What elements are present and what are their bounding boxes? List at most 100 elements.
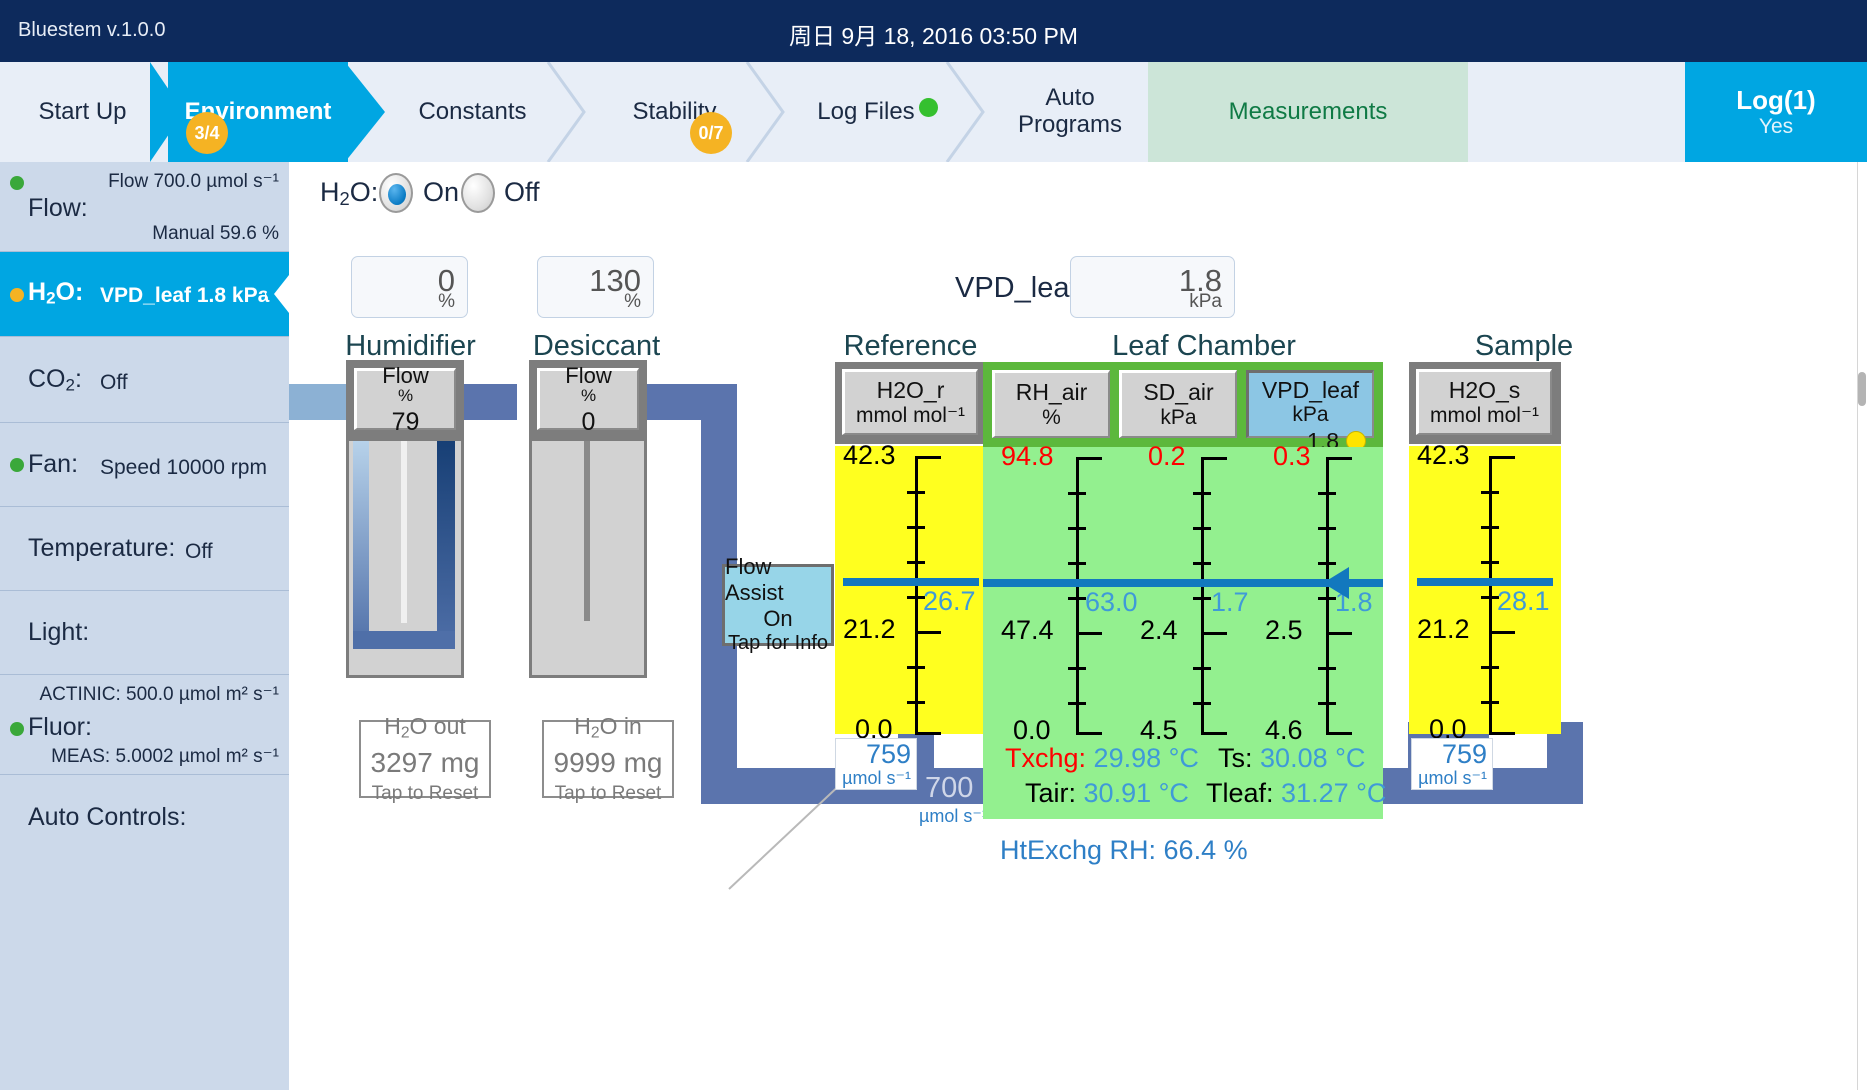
- h2o-out-reset-button[interactable]: H2O out 3297 mg Tap to Reset: [359, 720, 491, 798]
- tab-constants[interactable]: Constants: [390, 62, 555, 162]
- rh-tick-max: [1076, 457, 1102, 460]
- tab-start-up[interactable]: Start Up: [0, 62, 165, 162]
- h2o-out-value: 3297 mg: [371, 744, 480, 782]
- h2o-on-radio-fill-icon: [388, 184, 406, 205]
- sd-air-gauge-label[interactable]: SD_air kPa: [1119, 370, 1237, 438]
- co2-value: Off: [100, 371, 128, 395]
- fluor-label: Fluor:: [28, 713, 92, 742]
- flow-assist-state: On: [763, 606, 792, 632]
- tab-constants-label: Constants: [418, 99, 526, 126]
- vpd-setpoint-arrow-icon: [1313, 565, 1353, 601]
- left-sidebar: Flow 700.0 µmol s⁻¹ Flow: Manual 59.6 % …: [0, 162, 289, 1090]
- sd-tick-min: [1201, 732, 1227, 735]
- txchg-readout: Txchg: 29.98 °C: [1005, 743, 1199, 774]
- flow-status-dot-icon: [10, 176, 24, 190]
- pipe-flow-value: 700: [925, 772, 973, 805]
- vpd-tick-mid: [1326, 632, 1352, 635]
- sd-tick-5: [1193, 667, 1211, 670]
- tab-measurements[interactable]: Measurements: [1148, 62, 1468, 162]
- sd-tick-4: [1193, 597, 1211, 600]
- tab-log-files[interactable]: Log Files: [790, 62, 965, 162]
- tab-measurements-label: Measurements: [1229, 99, 1388, 126]
- main-scrollbar-thumb[interactable]: [1858, 372, 1866, 406]
- sidebar-item-light[interactable]: Light:: [0, 591, 289, 675]
- vpd-tick-6: [1318, 702, 1336, 705]
- rh-air-mid: 47.4: [1001, 615, 1054, 646]
- txchg-label: Txchg:: [1005, 743, 1086, 773]
- main-content: H2O: On Off 0 % 130 % VPD_leaf: 1.8 kPa …: [289, 162, 1867, 1090]
- sd-tick-1: [1193, 492, 1211, 495]
- rh-tick-1: [1068, 492, 1086, 495]
- rh-tick-mid: [1076, 632, 1102, 635]
- tab-auto-programs[interactable]: Auto Programs: [990, 62, 1150, 162]
- vpd-tick-1: [1318, 492, 1336, 495]
- vpd-leaf-setpoint-input[interactable]: 1.8 kPa: [1070, 256, 1235, 318]
- rh-air-axis: [1076, 457, 1079, 732]
- h2o-in-value: 9999 mg: [554, 744, 663, 782]
- flow-manual-value: Manual 59.6 %: [152, 223, 285, 245]
- sidebar-item-co2[interactable]: CO2: Off: [0, 337, 289, 423]
- humidifier-flow-readout[interactable]: Flow % 79: [354, 368, 456, 430]
- humidifier-flow-unit: %: [398, 387, 413, 404]
- sample-gauge-body[interactable]: 42.3 21.2 0.0 28.1: [1409, 446, 1561, 734]
- sidebar-item-fluor[interactable]: ACTINIC: 500.0 µmol m² s⁻¹ Fluor: MEAS: …: [0, 675, 289, 775]
- sample-gauge-bar: [1417, 578, 1553, 586]
- h2o-off-label: Off: [504, 177, 540, 208]
- sample-gauge-label[interactable]: H2O_s mmol mol⁻¹: [1416, 369, 1552, 435]
- rh-air-gauge-label[interactable]: RH_air %: [992, 370, 1110, 438]
- h2o-on-radio[interactable]: [379, 173, 413, 213]
- tab-log[interactable]: Log(1) Yes: [1685, 62, 1867, 162]
- ts-readout: Ts: 30.08 °C: [1218, 743, 1365, 774]
- sidebar-item-fan[interactable]: Fan: Speed 10000 rpm: [0, 423, 289, 507]
- sidebar-item-h2o[interactable]: H2O: VPD_leaf 1.8 kPa: [0, 252, 289, 337]
- rh-air-gauge-title: RH_air: [1016, 379, 1088, 405]
- h2o-status-dot-icon: [10, 288, 24, 302]
- vpd-leaf-gauge-label[interactable]: VPD_leaf kPa 1.8: [1246, 370, 1374, 438]
- reference-gauge-body[interactable]: 42.3 21.2 0.0 26.7: [835, 446, 987, 734]
- sd-tick-3: [1193, 562, 1211, 565]
- leaf-chamber-gauge-body[interactable]: 94.8 47.4 0.0 63.0 0.2 2.4 4.5 1.7 0.3 2…: [983, 447, 1383, 819]
- desiccant-heading: Desiccant: [505, 330, 688, 363]
- rh-tick-2: [1068, 527, 1086, 530]
- desiccant-flow-readout[interactable]: Flow % 0: [537, 368, 639, 430]
- h2o-in-reset-button[interactable]: H2O in 9999 mg Tap to Reset: [542, 720, 674, 798]
- fluor-status-dot-icon: [10, 722, 24, 736]
- desiccant-setpoint-input[interactable]: 130 %: [537, 256, 654, 318]
- reference-gauge-label[interactable]: H2O_r mmol mol⁻¹: [842, 369, 978, 435]
- log-files-status-dot-icon: [919, 98, 938, 117]
- reference-tick-5: [907, 666, 925, 669]
- sidebar-item-auto-controls[interactable]: Auto Controls:: [0, 775, 289, 865]
- sample-gauge-axis: [1489, 456, 1492, 734]
- reference-tick-min: [915, 732, 941, 735]
- sample-tick-5: [1481, 666, 1499, 669]
- reference-gauge-max: 42.3: [843, 440, 896, 471]
- leaf-chamber-heading: Leaf Chamber: [1004, 330, 1404, 363]
- reference-tick-mid: [915, 631, 941, 634]
- h2o-on-label: On: [423, 177, 459, 208]
- tab-start-up-label: Start Up: [38, 99, 126, 126]
- humidifier-setpoint-input[interactable]: 0 %: [351, 256, 468, 318]
- rh-tick-min: [1076, 732, 1102, 735]
- main-scrollbar[interactable]: [1857, 162, 1867, 1090]
- sd-tick-6: [1193, 702, 1211, 705]
- h2o-off-radio[interactable]: [461, 173, 495, 213]
- pipe-hum-to-des: [459, 384, 517, 420]
- sidebar-item-flow[interactable]: Flow 700.0 µmol s⁻¹ Flow: Manual 59.6 %: [0, 162, 289, 252]
- fan-value: Speed 10000 rpm: [100, 456, 267, 480]
- flow-assist-title: Flow Assist: [725, 554, 831, 606]
- sd-air-value: 1.7: [1211, 587, 1249, 618]
- sample-flow-tag: 759 µmol s⁻¹: [1411, 738, 1493, 790]
- reference-gauge-bar: [843, 578, 979, 586]
- vpd-leaf-max: 0.3: [1273, 441, 1311, 472]
- sidebar-item-temperature[interactable]: Temperature: Off: [0, 507, 289, 591]
- rh-tick-5: [1068, 667, 1086, 670]
- pipe-sample-up: [1547, 722, 1583, 804]
- reference-flow-unit: µmol s⁻¹: [842, 769, 911, 788]
- rh-air-gauge-unit: %: [1042, 406, 1061, 430]
- vpd-leaf-setpoint-unit: kPa: [1189, 291, 1222, 313]
- flow-assist-button[interactable]: Flow Assist On Tap for Info: [722, 564, 834, 646]
- tab-stability[interactable]: Stability: [592, 62, 757, 162]
- tab-divider-2-icon: [345, 62, 379, 162]
- reference-gauge-title: H2O_r: [877, 377, 945, 403]
- reference-gauge-unit: mmol mol⁻¹: [856, 404, 965, 428]
